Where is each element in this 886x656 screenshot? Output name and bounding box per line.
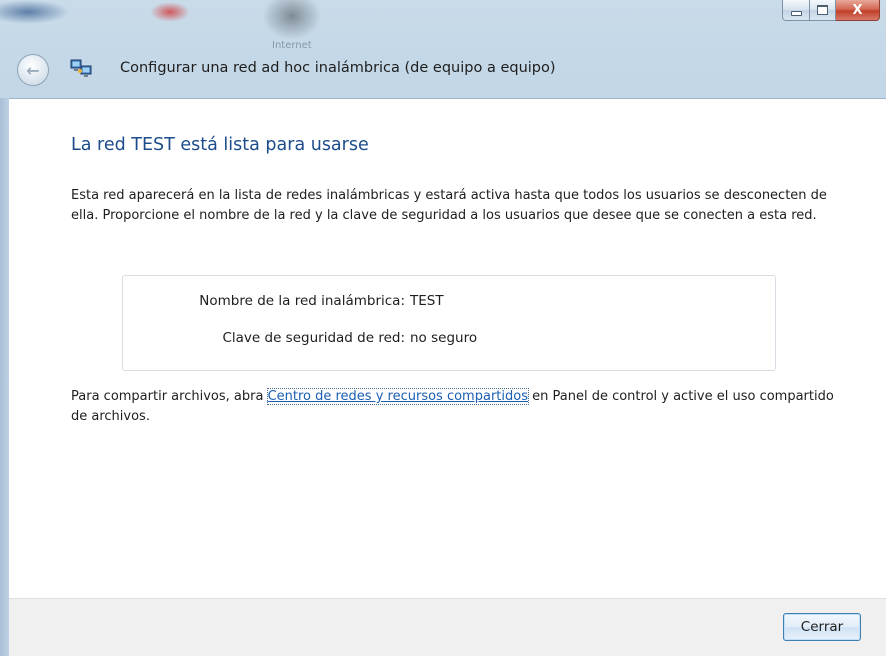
maximize-button[interactable]: [810, 0, 836, 21]
security-key-label: Clave de seguridad de red:: [222, 330, 405, 346]
description-text: Esta red aparecerá en la lista de redes …: [71, 188, 827, 223]
back-button[interactable]: ←: [17, 54, 49, 86]
sharing-text-prefix: Para compartir archivos, abra: [71, 389, 268, 404]
close-icon: X: [852, 2, 863, 18]
background-caption: Internet: [272, 40, 312, 51]
desktop-blur-shape: [150, 2, 190, 22]
page-heading: La red TEST está lista para usarse: [71, 135, 369, 155]
close-button[interactable]: Cerrar: [783, 613, 861, 641]
close-window-button[interactable]: X: [836, 0, 880, 21]
caption-buttons: X: [782, 0, 880, 21]
desktop-blur-shape: [0, 0, 70, 24]
window-frame: Internet X ← Configurar una red ad hoc i…: [0, 0, 886, 656]
maximize-icon: [817, 5, 828, 15]
security-key-value: no seguro: [410, 330, 478, 346]
network-sharing-center-link[interactable]: Centro de redes y recursos compartidos: [266, 388, 529, 405]
window-title: Configurar una red ad hoc inalámbrica (d…: [120, 60, 556, 76]
minimize-button[interactable]: [782, 0, 810, 21]
network-computers-icon: [70, 59, 92, 77]
network-info-box: Nombre de la red inalámbrica: TEST Clave…: [122, 275, 776, 371]
network-name-value: TEST: [410, 293, 444, 309]
desktop-blur-shape: [262, 0, 322, 40]
back-arrow-icon: ←: [26, 60, 40, 80]
content-pane: La red TEST está lista para usarse Esta …: [9, 98, 886, 599]
sharing-instructions: Para compartir archivos, abra Centro de …: [71, 387, 841, 427]
dialog-footer: Cerrar: [9, 598, 886, 656]
network-name-label: Nombre de la red inalámbrica:: [199, 293, 405, 309]
window-border: [0, 98, 9, 656]
minimize-icon: [790, 10, 802, 16]
